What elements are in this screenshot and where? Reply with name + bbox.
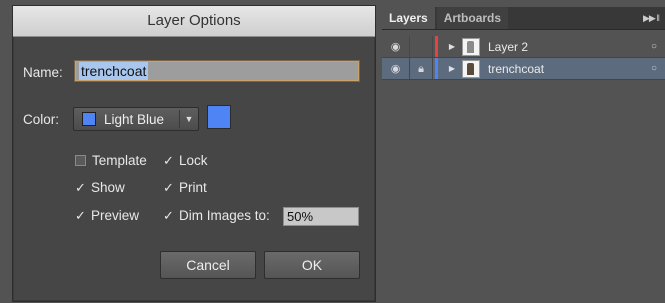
layer-options-dialog: Layer Options Name: trenchcoat Color: Li… (12, 5, 376, 302)
target-circle-icon[interactable]: ○ (643, 63, 665, 74)
dim-images-checkbox[interactable]: ✓ Dim Images to: (163, 208, 270, 223)
dialog-title: Layer Options (13, 6, 375, 37)
preview-checkbox[interactable]: ✓ Preview (75, 208, 139, 223)
checkbox-empty-icon (75, 155, 86, 166)
print-checkbox[interactable]: ✓ Print (163, 180, 207, 195)
panel-tabs: Layers Artboards ▶▶ ‖ (382, 7, 665, 30)
layer-row-layer-2[interactable]: ◉ ▶ Layer 2 ○ (382, 36, 665, 58)
print-label: Print (179, 180, 207, 195)
layers-panel: Layers Artboards ▶▶ ‖ ◉ ▶ Layer 2 ○ ◉ 🔒︎… (382, 7, 665, 303)
cancel-button[interactable]: Cancel (160, 251, 256, 279)
layer-row-trenchcoat[interactable]: ◉ 🔒︎ ▶ trenchcoat ○ (382, 58, 665, 80)
layer-name[interactable]: trenchcoat (488, 62, 643, 76)
color-swatch-icon (82, 112, 96, 126)
ok-button[interactable]: OK (264, 251, 360, 279)
checkmark-icon: ✓ (163, 180, 174, 195)
name-field-value: trenchcoat (79, 62, 149, 80)
name-field[interactable]: trenchcoat (74, 60, 360, 82)
template-checkbox[interactable]: Template (75, 153, 147, 168)
tab-layers[interactable]: Layers (382, 7, 435, 29)
show-label: Show (91, 180, 125, 195)
layer-thumbnail (462, 37, 480, 56)
checkmark-icon: ✓ (163, 153, 174, 168)
panel-menu-icon[interactable]: ▶▶ ‖ (643, 7, 665, 29)
lock-toggle-empty[interactable] (410, 36, 433, 57)
tab-artboards[interactable]: Artboards (436, 7, 509, 29)
checkmark-icon: ✓ (75, 180, 86, 195)
checkmark-icon: ✓ (163, 208, 174, 223)
expand-triangle-icon[interactable]: ▶ (444, 42, 460, 51)
name-row: Name: (23, 61, 63, 83)
color-dropdown[interactable]: Light Blue ▼ (73, 107, 199, 131)
name-label: Name: (23, 64, 63, 80)
target-circle-icon[interactable]: ○ (643, 41, 665, 52)
lock-checkbox[interactable]: ✓ Lock (163, 153, 208, 168)
preview-label: Preview (91, 208, 140, 223)
dim-images-input[interactable]: 50% (283, 207, 359, 226)
layer-color-bar (435, 36, 438, 57)
color-row: Color: (23, 107, 59, 131)
lock-icon[interactable]: 🔒︎ (410, 58, 433, 79)
dim-images-label: Dim Images to: (179, 208, 270, 223)
eye-icon[interactable]: ◉ (382, 58, 410, 79)
chevron-down-icon: ▼ (184, 114, 194, 124)
color-label: Color: (23, 111, 60, 127)
expand-triangle-icon[interactable]: ▶ (444, 64, 460, 73)
show-checkbox[interactable]: ✓ Show (75, 180, 125, 195)
color-swatch-button[interactable] (207, 105, 231, 129)
layer-color-bar (435, 58, 438, 79)
eye-icon[interactable]: ◉ (382, 36, 410, 57)
layer-thumbnail (462, 59, 480, 78)
template-label: Template (92, 153, 147, 168)
checkmark-icon: ✓ (75, 208, 86, 223)
lock-label: Lock (179, 153, 208, 168)
color-dropdown-value: Light Blue (104, 111, 165, 127)
tab-spacer (508, 7, 643, 29)
layer-name[interactable]: Layer 2 (488, 40, 643, 54)
